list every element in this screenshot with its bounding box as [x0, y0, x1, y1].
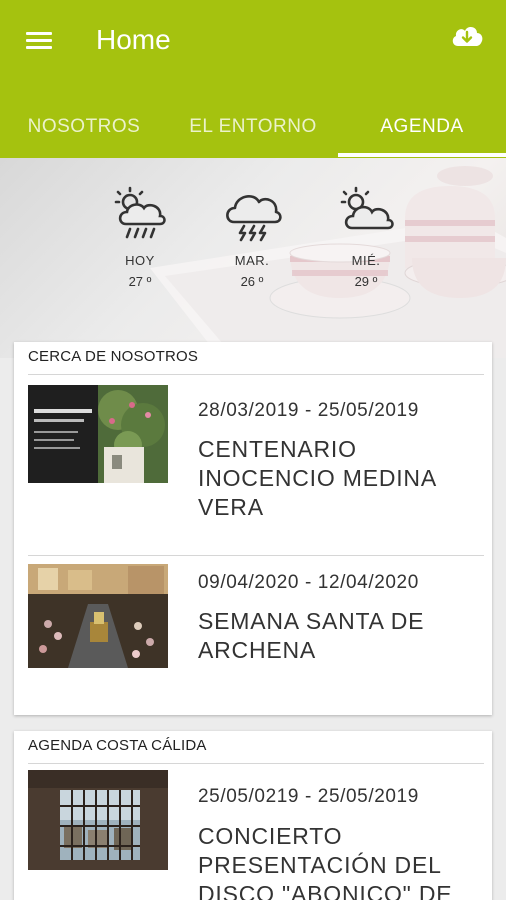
tab-el-entorno[interactable]: EL ENTORNO	[168, 100, 338, 158]
weather-temperature: 27 º	[128, 274, 152, 289]
weather-day-label: MIÉ.	[351, 253, 381, 268]
tab-bar: NOSOTROS EL ENTORNO AGENDA	[0, 100, 506, 158]
weather-banner: HOY 27 º MAR. 26 º MIÉ. 29 º	[0, 158, 506, 358]
tab-nosotros[interactable]: NOSOTROS	[0, 100, 168, 158]
cloud-download-icon[interactable]	[450, 22, 490, 54]
event-item[interactable]: 28/03/2019 - 25/05/2019 CENTENARIO INOCE…	[14, 375, 492, 555]
event-dates: 25/05/0219 - 25/05/2019	[198, 786, 419, 807]
weather-day-today: HOY 27 º	[100, 184, 180, 289]
event-title: SEMANA SANTA DE ARCHENA	[198, 608, 425, 663]
weather-day-label: MAR.	[234, 253, 270, 268]
event-dates: 28/03/2019 - 25/05/2019	[198, 400, 419, 421]
page-title: Home	[96, 24, 171, 55]
event-thumbnail	[28, 564, 168, 668]
event-item[interactable]: 09/04/2020 - 12/04/2020 SEMANA SANTA DE …	[14, 556, 492, 711]
section-title: AGENDA COSTA CÁLIDA	[28, 737, 207, 754]
cloud-thunderstorm-icon	[226, 195, 282, 242]
event-title: CENTENARIO INOCENCIO MEDINA VERA	[198, 436, 436, 520]
event-item[interactable]: 25/05/0219 - 25/05/2019 CONCIERTO PRESEN…	[14, 764, 492, 900]
section-title: CERCA DE NOSOTROS	[28, 348, 199, 365]
tab-indicator	[338, 153, 506, 157]
section-card-agenda-costa-calida: AGENDA COSTA CÁLIDA 25/05/0219 - 25/05/2…	[14, 731, 492, 900]
event-dates: 09/04/2020 - 12/04/2020	[198, 572, 419, 593]
weather-temperature: 26 º	[240, 274, 264, 289]
sun-cloud-icon	[340, 186, 394, 230]
weather-day-wednesday: MIÉ. 29 º	[326, 184, 406, 289]
weather-day-label: HOY	[125, 253, 155, 268]
event-thumbnail	[28, 770, 168, 870]
weather-temperature: 29 º	[354, 274, 378, 289]
event-title: CONCIERTO PRESENTACIÓN DEL DISCO "ABONIC…	[198, 823, 453, 900]
hamburger-menu-icon[interactable]	[22, 26, 58, 56]
section-card-cerca-de-nosotros: CERCA DE NOSOTROS 28/03/2019 - 25/05/201…	[14, 342, 492, 715]
weather-day-tuesday: MAR. 26 º	[212, 184, 292, 289]
tab-agenda[interactable]: AGENDA	[338, 100, 506, 158]
sun-cloud-rain-icon	[114, 186, 166, 239]
event-thumbnail	[28, 385, 168, 483]
